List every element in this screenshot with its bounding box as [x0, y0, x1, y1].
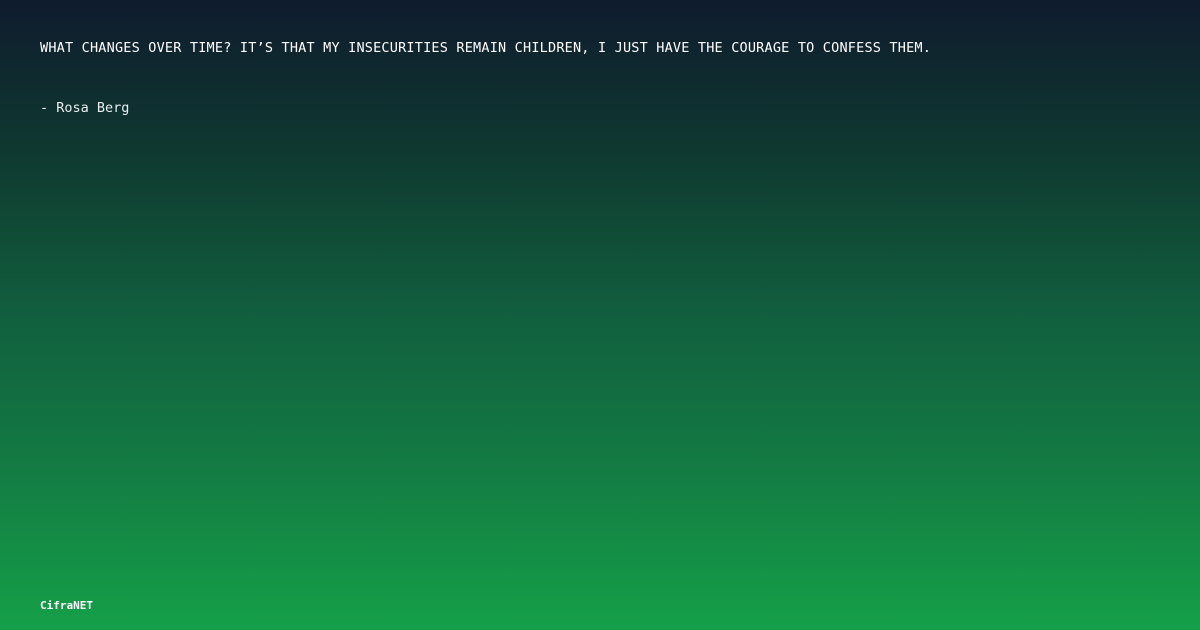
quote-card: WHAT CHANGES OVER TIME? IT’S THAT MY INS…: [0, 0, 1200, 630]
quote-author: - Rosa Berg: [40, 100, 130, 116]
quote-text: WHAT CHANGES OVER TIME? IT’S THAT MY INS…: [40, 40, 932, 56]
brand-name: CifraNET: [40, 599, 93, 612]
